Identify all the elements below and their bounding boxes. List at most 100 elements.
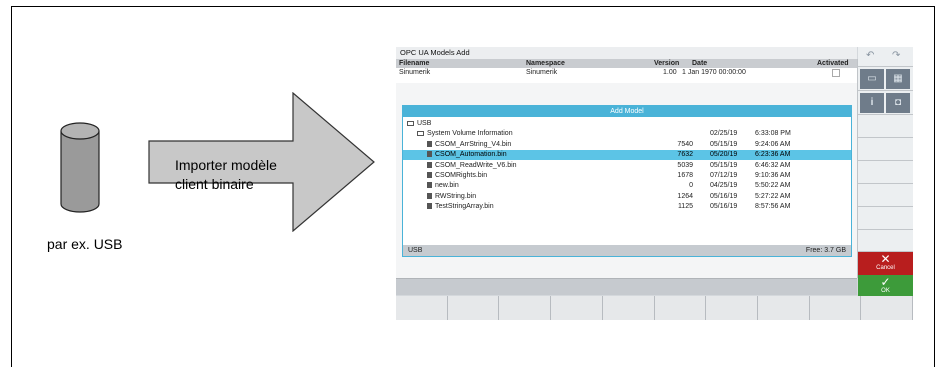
softkey[interactable] (499, 296, 552, 320)
undo-redo-keys: ↶ ↷ (858, 47, 913, 67)
arrow-label: Importer modèle client binaire (175, 156, 277, 194)
softkey[interactable] (706, 296, 758, 320)
file-name: TestStringArray.bin (427, 202, 494, 212)
file-name: CSOM_ArrString_V4.bin (427, 140, 511, 150)
folder-icon (417, 131, 424, 137)
col-date[interactable]: Date (692, 59, 707, 68)
softkey[interactable] (861, 296, 913, 320)
checkmark-icon: ✓ (880, 275, 891, 289)
screen-icon[interactable]: ▭ (860, 69, 884, 89)
file-row[interactable]: CSOM_Automation.bin 7632 05/20/19 6:23:36 A… (403, 150, 851, 161)
file-row[interactable]: RWString.bin 1264 05/16/19 5:27:22 AM (403, 192, 851, 202)
cancel-button[interactable]: ✕ Cancel (858, 252, 913, 275)
file-time: 6:23:36 AM (755, 151, 791, 159)
file-date: 05/16/19 (710, 192, 738, 200)
file-row[interactable]: new.bin 0 04/25/19 5:50:22 AM (403, 181, 851, 191)
folder-name: System Volume Information (417, 129, 513, 139)
status-free-space: Free: 3.7 GB (805, 247, 846, 254)
softkey[interactable] (448, 296, 500, 320)
camera-icon[interactable]: ◘ (886, 93, 910, 113)
info-icon[interactable]: i (860, 93, 884, 113)
arrow-label-line2: client binaire (175, 176, 254, 192)
file-row[interactable]: TestStringArray.bin 1125 05/16/19 8:57:56 A… (403, 202, 851, 212)
folder-icon (407, 121, 414, 126)
horizontal-softkeys (396, 296, 913, 320)
col-version[interactable]: Version (654, 59, 679, 68)
file-size: 7632 (677, 151, 693, 159)
vertical-softkey[interactable] (858, 230, 913, 252)
file-time: 5:50:22 AM (755, 182, 791, 190)
file-time: 5:27:22 AM (755, 192, 791, 200)
status-drive: USB (408, 247, 423, 254)
file-icon (427, 182, 432, 189)
file-name: new.bin (427, 181, 459, 191)
file-icon (427, 203, 432, 210)
tree-row-folder[interactable]: System Volume Information 02/25/19 6:33:08… (403, 129, 851, 139)
file-date: 07/12/19 (710, 172, 738, 179)
file-icon (427, 192, 432, 199)
device-caption: par ex. USB (47, 236, 123, 252)
ok-label: OK (881, 288, 890, 294)
col-namespace[interactable]: Namespace (526, 59, 565, 68)
softkey[interactable] (655, 296, 707, 320)
tree-row-usb[interactable]: USB (403, 119, 851, 129)
close-icon: ✕ (880, 252, 891, 266)
vertical-softkey[interactable] (858, 207, 913, 230)
add-model-dialog: Add Model USB System Volume Information 02… (402, 105, 852, 257)
cancel-label: Cancel (876, 265, 895, 271)
file-icon (427, 161, 432, 168)
softkey[interactable] (551, 296, 603, 320)
file-time: 6:46:32 AM (755, 161, 791, 169)
file-size: 1264 (677, 192, 693, 200)
file-name: RWString.bin (427, 192, 476, 202)
row-version: 1.00 (663, 69, 677, 76)
activated-checkbox[interactable] (832, 69, 840, 77)
vertical-softkey[interactable] (858, 184, 913, 207)
file-date: 05/16/19 (710, 203, 738, 211)
softkey[interactable] (603, 296, 655, 320)
file-icon (427, 172, 432, 178)
table-row[interactable] (396, 77, 857, 83)
softkey[interactable] (758, 296, 810, 320)
folder-time: 6:33:08 PM (755, 130, 791, 138)
file-icon (427, 140, 432, 147)
row-date: 1 Jan 1970 00:00:00 (682, 69, 746, 76)
undo-icon[interactable]: ↶ (866, 50, 874, 61)
dialog-title: Add Model (403, 106, 851, 117)
row-filename: Sinumerik (399, 69, 431, 76)
file-time: 9:10:36 AM (755, 172, 791, 179)
file-row[interactable]: CSOM_ReadWrite_V6.bin 5039 05/15/19 6:46:32… (403, 161, 851, 171)
file-row[interactable]: CSOM_ArrString_V4.bin 7540 05/15/19 9:24:06… (403, 140, 851, 150)
file-date: 05/20/19 (710, 151, 738, 159)
hmi-screen: OPC UA Models Add Filename Namespace Ver… (396, 47, 913, 320)
usb-drive-icon (60, 122, 100, 213)
file-size: 1125 (677, 203, 693, 211)
table-header: Filename Namespace Version Date Activate… (396, 59, 857, 68)
vertical-softkey[interactable] (858, 161, 913, 184)
vertical-softkey[interactable] (858, 138, 913, 161)
col-filename[interactable]: Filename (399, 59, 429, 68)
view-keys: ▭ ▦ (858, 67, 913, 91)
screen-title: OPC UA Models Add (396, 47, 857, 59)
ok-button[interactable]: ✓ OK (858, 275, 913, 296)
file-time: 8:57:56 AM (755, 203, 791, 211)
vertical-softkey[interactable] (858, 115, 913, 138)
file-name: CSOM_Automation.bin (427, 150, 507, 160)
col-activated[interactable]: Activated (817, 59, 849, 68)
softkey[interactable] (396, 296, 448, 320)
arrow-label-line1: Importer modèle (175, 157, 277, 173)
file-size: 5039 (677, 161, 693, 169)
file-size: 0 (689, 182, 693, 190)
file-size: 7540 (677, 140, 693, 148)
file-time: 9:24:06 AM (755, 140, 791, 148)
info-keys: i ◘ (858, 91, 913, 115)
folder-date: 02/25/19 (710, 130, 738, 138)
file-icon (427, 151, 432, 158)
file-row[interactable]: CSOMRights.bin 1678 07/12/19 9:10:36 AM (403, 171, 851, 181)
vertical-softkeys: ↶ ↷ ▭ ▦ i ◘ ✕ Cancel ✓ OK (858, 47, 913, 296)
redo-icon[interactable]: ↷ (892, 50, 900, 61)
grid-icon[interactable]: ▦ (886, 69, 910, 89)
softkey[interactable] (810, 296, 862, 320)
table-row[interactable]: Sinumerik Sinumerik 1.00 1 Jan 1970 00:0… (396, 68, 857, 77)
file-name: CSOMRights.bin (427, 171, 487, 181)
